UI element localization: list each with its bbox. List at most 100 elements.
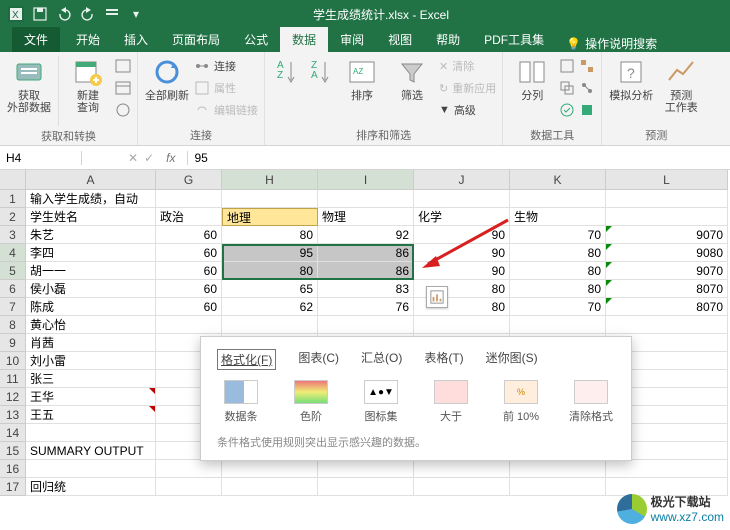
cell-A12[interactable]: 王华 bbox=[26, 388, 156, 406]
quick-analysis-button[interactable] bbox=[426, 286, 448, 308]
col-A[interactable]: A bbox=[26, 170, 156, 190]
cell-J5[interactable]: 90 bbox=[414, 262, 510, 280]
save-icon[interactable] bbox=[32, 6, 48, 22]
cell-A13[interactable]: 王五 bbox=[26, 406, 156, 424]
cell-K7[interactable]: 70 bbox=[510, 298, 606, 316]
cell-A8[interactable]: 黄心怡 bbox=[26, 316, 156, 334]
tab-home[interactable]: 开始 bbox=[64, 27, 112, 52]
cell-K2[interactable]: 生物 bbox=[510, 208, 606, 226]
cell-H5[interactable]: 80 bbox=[222, 262, 318, 280]
cell-G1[interactable] bbox=[156, 190, 222, 208]
col-K[interactable]: K bbox=[510, 170, 606, 190]
tab-pdf[interactable]: PDF工具集 bbox=[472, 27, 556, 52]
get-external-data-button[interactable]: 获取 外部数据 bbox=[6, 56, 52, 114]
cell-G6[interactable]: 60 bbox=[156, 280, 222, 298]
text-to-columns-button[interactable]: 分列 bbox=[509, 56, 555, 102]
row-14[interactable]: 14 bbox=[0, 424, 26, 442]
show-queries-button[interactable] bbox=[115, 56, 131, 76]
qat-more-icon[interactable] bbox=[104, 6, 120, 22]
name-box[interactable]: H4 bbox=[0, 151, 82, 165]
cell-L8[interactable] bbox=[606, 316, 728, 334]
cell-K16[interactable] bbox=[510, 460, 606, 478]
popup-tab-format[interactable]: 格式化(F) bbox=[217, 349, 276, 370]
row-2[interactable]: 2 bbox=[0, 208, 26, 226]
advanced-filter-button[interactable]: ▼高级 bbox=[439, 100, 496, 120]
cell-A9[interactable]: 肖茜 bbox=[26, 334, 156, 352]
cell-G3[interactable]: 60 bbox=[156, 226, 222, 244]
row-15[interactable]: 15 bbox=[0, 442, 26, 460]
cell-I17[interactable] bbox=[318, 478, 414, 496]
row-17[interactable]: 17 bbox=[0, 478, 26, 496]
cell-K17[interactable] bbox=[510, 478, 606, 496]
cell-H4[interactable]: 95 bbox=[222, 244, 318, 262]
cell-A1[interactable]: 输入学生成绩，自动 bbox=[26, 190, 156, 208]
popup-opt-iconset[interactable]: ▲●▼图标集 bbox=[357, 380, 405, 424]
row-8[interactable]: 8 bbox=[0, 316, 26, 334]
row-3[interactable]: 3 bbox=[0, 226, 26, 244]
recent-sources-button[interactable] bbox=[115, 100, 131, 120]
row-7[interactable]: 7 bbox=[0, 298, 26, 316]
cell-K4[interactable]: 80 bbox=[510, 244, 606, 262]
cell-J8[interactable] bbox=[414, 316, 510, 334]
cell-H16[interactable] bbox=[222, 460, 318, 478]
tell-me[interactable]: 💡 操作说明搜索 bbox=[566, 35, 657, 52]
col-J[interactable]: J bbox=[414, 170, 510, 190]
cell-I8[interactable] bbox=[318, 316, 414, 334]
data-validation-button[interactable] bbox=[559, 100, 575, 120]
popup-tab-sparkline[interactable]: 迷你图(S) bbox=[486, 349, 538, 370]
filter-button[interactable]: 筛选 bbox=[389, 56, 435, 102]
row-12[interactable]: 12 bbox=[0, 388, 26, 406]
relationships-button[interactable] bbox=[579, 78, 595, 98]
row-9[interactable]: 9 bbox=[0, 334, 26, 352]
cell-I1[interactable] bbox=[318, 190, 414, 208]
col-L[interactable]: L bbox=[606, 170, 728, 190]
row-6[interactable]: 6 bbox=[0, 280, 26, 298]
cell-H6[interactable]: 65 bbox=[222, 280, 318, 298]
cell-A11[interactable]: 张三 bbox=[26, 370, 156, 388]
cell-L1[interactable] bbox=[606, 190, 728, 208]
row-1[interactable]: 1 bbox=[0, 190, 26, 208]
fx-icon[interactable]: fx bbox=[160, 151, 181, 165]
cell-A16[interactable] bbox=[26, 460, 156, 478]
cell-H17[interactable] bbox=[222, 478, 318, 496]
new-query-button[interactable]: 新建 查询 bbox=[65, 56, 111, 114]
cell-A6[interactable]: 侯小磊 bbox=[26, 280, 156, 298]
cell-L6[interactable]: 8070 bbox=[606, 280, 728, 298]
clear-filter-button[interactable]: ✕清除 bbox=[439, 56, 496, 76]
select-all-corner[interactable] bbox=[0, 170, 26, 190]
sort-az-button[interactable]: AZ bbox=[271, 56, 301, 88]
sort-button[interactable]: AZ 排序 bbox=[339, 56, 385, 102]
connections-button[interactable]: 连接 bbox=[194, 56, 258, 76]
cell-H2[interactable]: 地理 bbox=[222, 208, 318, 226]
cell-H7[interactable]: 62 bbox=[222, 298, 318, 316]
forecast-sheet-button[interactable]: 预测 工作表 bbox=[658, 56, 704, 114]
cell-I7[interactable]: 76 bbox=[318, 298, 414, 316]
reapply-button[interactable]: ↻重新应用 bbox=[439, 78, 496, 98]
tab-review[interactable]: 审阅 bbox=[328, 27, 376, 52]
cell-G8[interactable] bbox=[156, 316, 222, 334]
manage-data-model-button[interactable] bbox=[579, 100, 595, 120]
cell-J1[interactable] bbox=[414, 190, 510, 208]
cell-G4[interactable]: 60 bbox=[156, 244, 222, 262]
tab-pagelayout[interactable]: 页面布局 bbox=[160, 27, 232, 52]
cell-J16[interactable] bbox=[414, 460, 510, 478]
undo-icon[interactable] bbox=[56, 6, 72, 22]
row-5[interactable]: 5 bbox=[0, 262, 26, 280]
cell-L3[interactable]: 9070 bbox=[606, 226, 728, 244]
col-H[interactable]: H bbox=[222, 170, 318, 190]
what-if-button[interactable]: ? 模拟分析 bbox=[608, 56, 654, 102]
cell-A7[interactable]: 陈成 bbox=[26, 298, 156, 316]
row-16[interactable]: 16 bbox=[0, 460, 26, 478]
cell-A3[interactable]: 朱艺 bbox=[26, 226, 156, 244]
tab-file[interactable]: 文件 bbox=[12, 27, 60, 52]
cell-A10[interactable]: 刘小雷 bbox=[26, 352, 156, 370]
cell-A14[interactable] bbox=[26, 424, 156, 442]
cell-H3[interactable]: 80 bbox=[222, 226, 318, 244]
cell-J4[interactable]: 90 bbox=[414, 244, 510, 262]
cell-K6[interactable]: 80 bbox=[510, 280, 606, 298]
cell-K3[interactable]: 70 bbox=[510, 226, 606, 244]
cell-L2[interactable] bbox=[606, 208, 728, 226]
cell-G2[interactable]: 政治 bbox=[156, 208, 222, 226]
cell-I3[interactable]: 92 bbox=[318, 226, 414, 244]
cell-L16[interactable] bbox=[606, 460, 728, 478]
